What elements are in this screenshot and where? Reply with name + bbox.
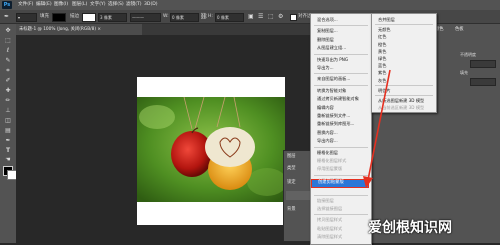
- context-menu-item[interactable]: 混合选项...: [311, 16, 371, 23]
- pen-tool-icon[interactable]: ✒: [4, 10, 9, 23]
- healing-brush-tool-icon[interactable]: ✚: [3, 87, 13, 95]
- menu-type[interactable]: 文字(Y): [90, 0, 106, 10]
- document-tab[interactable]: 未标题-1 @ 100% (Jong, 关闭(RGB/8) ×: [16, 24, 142, 35]
- menu-separator: [375, 24, 433, 26]
- width-label: W:: [163, 14, 169, 19]
- stroke-label: 描边: [70, 14, 79, 19]
- brush-tool-icon[interactable]: ✏: [3, 97, 13, 105]
- menu-separator: [314, 53, 368, 55]
- hand-tool-icon[interactable]: ☚: [3, 156, 13, 164]
- layers-kind-filter[interactable]: 类型: [287, 165, 296, 171]
- context-submenu-item[interactable]: 红色: [372, 33, 436, 40]
- layers-panel-title[interactable]: 图层: [287, 153, 296, 159]
- context-submenu-item[interactable]: 无颜色: [372, 26, 436, 33]
- clone-stamp-tool-icon[interactable]: ⊥: [3, 107, 13, 115]
- context-submenu-item[interactable]: 合并图层: [372, 16, 436, 23]
- menu-layer[interactable]: 图层(L): [72, 0, 87, 10]
- height-label: H:: [208, 14, 213, 19]
- path-arrangement-icon[interactable]: ⬚: [268, 10, 274, 23]
- photoshop-logo: Ps: [2, 1, 12, 9]
- shape-mode-select[interactable]: ▾: [16, 13, 37, 22]
- settings-gear-icon[interactable]: ⚙: [278, 10, 283, 23]
- menu-separator: [314, 25, 368, 27]
- opacity-label: 不透明度: [460, 52, 476, 57]
- marquee-tool-icon[interactable]: ⬚: [3, 37, 13, 45]
- height-input[interactable]: 0 像素: [215, 13, 244, 22]
- tools-panel: ✥ ⬚ ℓ ✎ ⌗ ✐ ✚ ✏ ⊥ ◫ ▤ ✒ T ☚: [0, 24, 17, 243]
- menu-file[interactable]: 文件(F): [18, 0, 33, 10]
- quick-select-tool-icon[interactable]: ✎: [3, 57, 13, 65]
- menu-3d[interactable]: 3D(D): [144, 0, 158, 10]
- menu-filter[interactable]: 滤镜(T): [126, 0, 142, 10]
- menu-select[interactable]: 选择(S): [108, 0, 124, 10]
- link-icon[interactable]: ⛓: [200, 10, 208, 23]
- layers-lock-label: 锁定: [287, 180, 296, 185]
- fill-swatch[interactable]: [52, 13, 66, 22]
- move-tool-icon[interactable]: ✥: [3, 27, 13, 35]
- background-layer-label[interactable]: 背景: [287, 206, 296, 212]
- type-tool-icon[interactable]: T: [3, 147, 13, 155]
- menu-bar: Ps 文件(F) 编辑(E) 图像(I) 图层(L) 文字(Y) 选择(S) 滤…: [0, 0, 500, 10]
- watermark-text: 爱创根知识网: [368, 220, 452, 236]
- gradient-tool-icon[interactable]: ▤: [3, 127, 13, 135]
- width-input[interactable]: 0 像素: [170, 13, 199, 22]
- stroke-type-select[interactable]: ———: [130, 13, 161, 22]
- fill-label: 填充: [40, 14, 49, 19]
- align-edges-checkbox[interactable]: [290, 14, 297, 21]
- path-operations-icon[interactable]: ▣: [248, 10, 254, 23]
- context-submenu-item[interactable]: 黄色: [372, 48, 436, 55]
- eraser-tool-icon[interactable]: ◫: [3, 117, 13, 125]
- context-menu-item[interactable]: 删除图层: [311, 36, 371, 43]
- panel-tab-swatches[interactable]: 色板: [455, 24, 464, 35]
- eyedropper-tool-icon[interactable]: ✐: [3, 77, 13, 85]
- apple-jar-photo: [137, 97, 285, 202]
- stroke-swatch[interactable]: [82, 13, 96, 22]
- photo-illustration: [137, 97, 285, 202]
- stroke-size-input[interactable]: 3 像素: [98, 13, 127, 22]
- pen-tool-icon[interactable]: ✒: [3, 137, 13, 145]
- context-submenu-item[interactable]: 橙色: [372, 41, 436, 48]
- lasso-tool-icon[interactable]: ℓ: [3, 47, 13, 55]
- crop-tool-icon[interactable]: ⌗: [3, 67, 13, 75]
- context-menu-item[interactable]: 复制图层...: [311, 27, 371, 34]
- context-menu-item[interactable]: 从图层建立组...: [311, 44, 371, 51]
- menu-image[interactable]: 图像(I): [54, 0, 68, 10]
- path-alignment-icon[interactable]: ☰: [258, 10, 263, 23]
- menu-edit[interactable]: 编辑(E): [36, 0, 52, 10]
- watermark: 爱创根知识网: [368, 214, 500, 243]
